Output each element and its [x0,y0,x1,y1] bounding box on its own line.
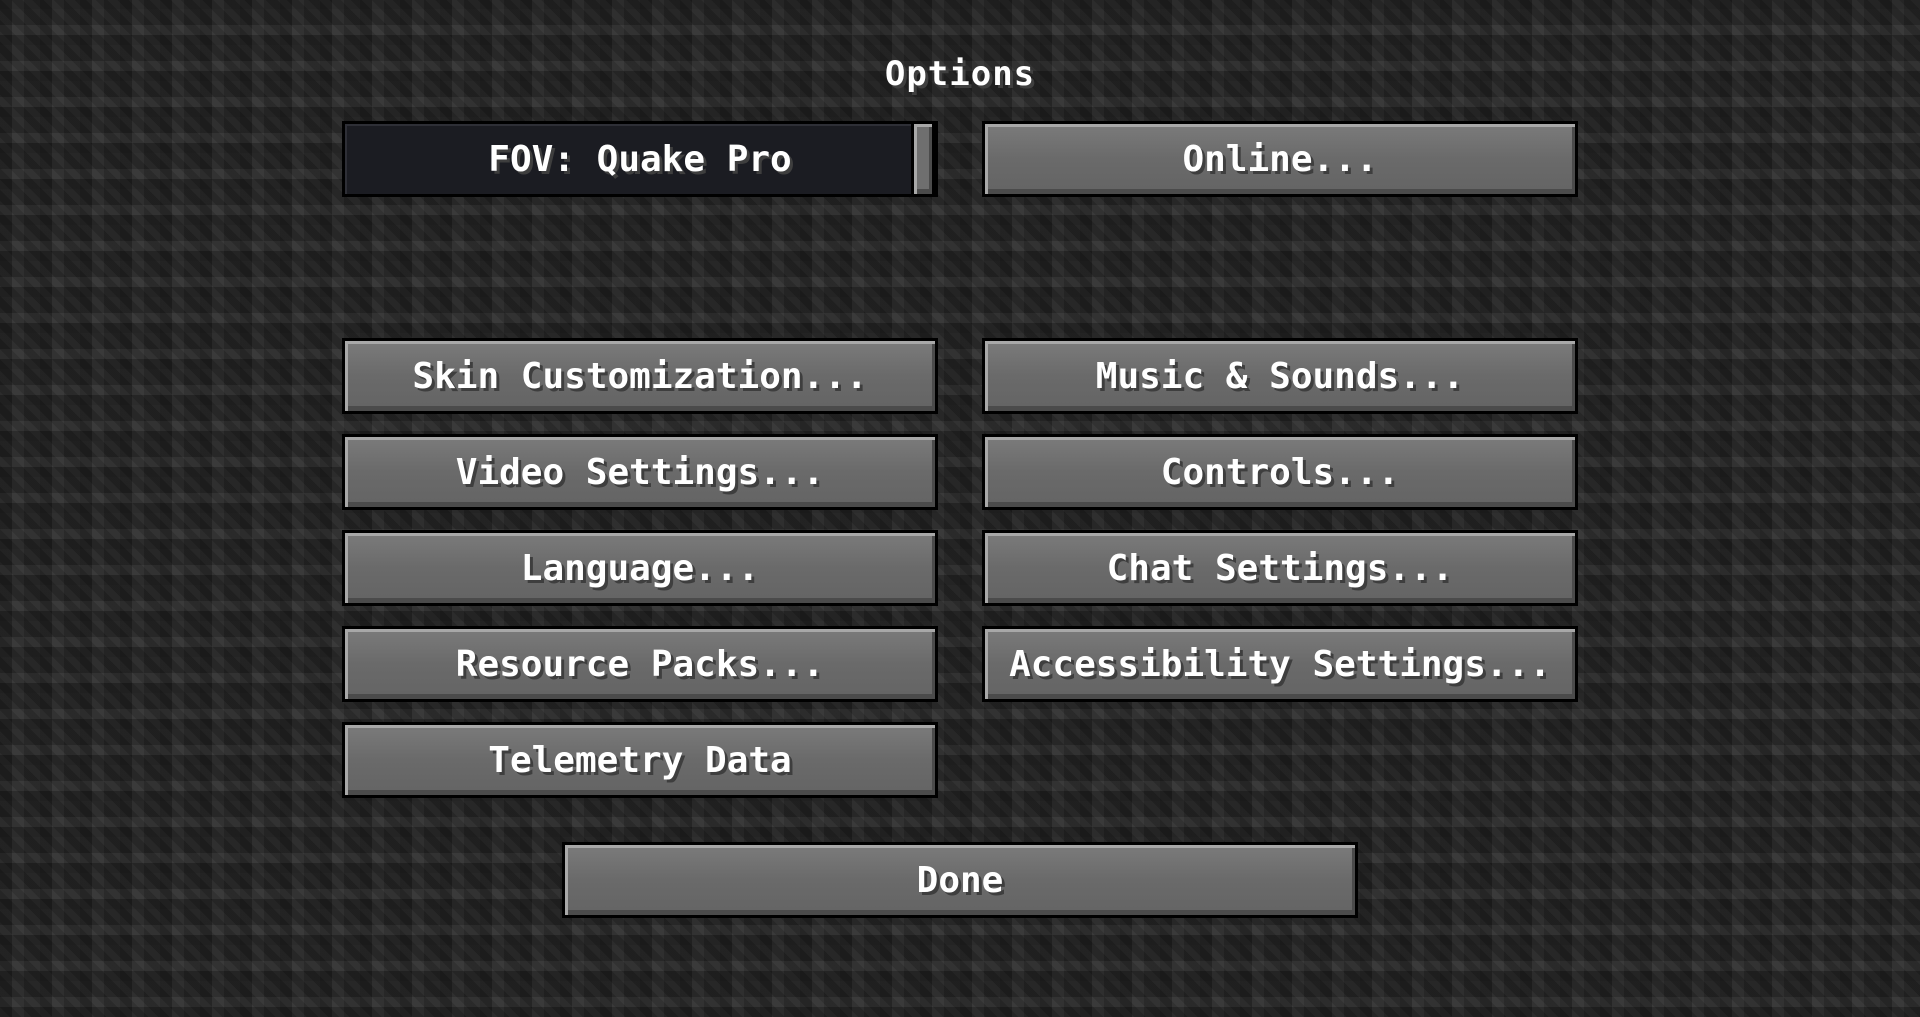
fov-slider[interactable]: FOV: Quake Pro [342,121,938,197]
telemetry-data-button[interactable]: Telemetry Data [342,722,938,798]
page-title: Options [884,54,1036,94]
language-button[interactable]: Language... [342,530,938,606]
fov-slider-label: FOV: Quake Pro [488,138,792,180]
chat-settings-button[interactable]: Chat Settings... [982,530,1578,606]
controls-button[interactable]: Controls... [982,434,1578,510]
online-button[interactable]: Online... [982,121,1578,197]
skin-customization-button[interactable]: Skin Customization... [342,338,938,414]
done-button[interactable]: Done [562,842,1358,918]
video-settings-button[interactable]: Video Settings... [342,434,938,510]
resource-packs-button[interactable]: Resource Packs... [342,626,938,702]
fov-slider-handle[interactable] [911,121,935,197]
music-sounds-button[interactable]: Music & Sounds... [982,338,1578,414]
accessibility-settings-button[interactable]: Accessibility Settings... [982,626,1578,702]
